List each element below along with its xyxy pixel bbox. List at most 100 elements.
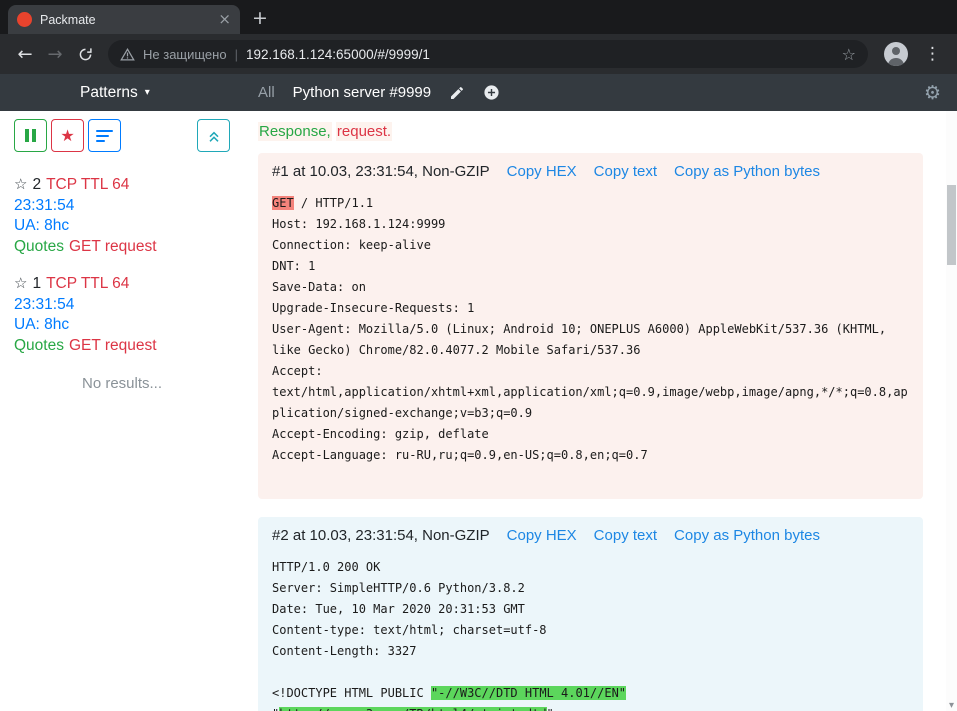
packet-line: Accept-Encoding: gzip, deflate: [272, 424, 909, 445]
packet-action-link[interactable]: Copy as Python bytes: [674, 163, 820, 180]
packet-line: <!DOCTYPE HTML PUBLIC "-//W3C//DTD HTML …: [272, 683, 909, 711]
stream-pattern-label: GET request: [69, 238, 157, 255]
browser-window: Packmate × + ← → Не защищено | 192.168.1…: [0, 0, 957, 711]
stream-sidebar: ★ ☆2TCP TTL 6423:31:54UA: 8hcQuotesGET r…: [0, 111, 244, 711]
security-status-label[interactable]: Не защищено: [143, 47, 227, 62]
filter-lines-icon: [96, 140, 105, 142]
favorite-star-icon[interactable]: ☆: [14, 274, 27, 292]
packet-action-link[interactable]: Copy HEX: [507, 163, 577, 180]
packet-text: Connection: keep-alive: [272, 238, 431, 252]
packet-line: [272, 466, 909, 487]
packet-text: User-Agent: Mozilla/5.0 (Linux; Android …: [272, 322, 893, 357]
packet-line: DNT: 1: [272, 256, 909, 277]
favorite-star-icon[interactable]: ☆: [14, 175, 27, 193]
tab-python-server[interactable]: Python server #9999: [293, 84, 431, 101]
plus-circle-icon: [483, 84, 500, 101]
app-content: ★ ☆2TCP TTL 6423:31:54UA: 8hcQuotesGET r…: [0, 111, 957, 711]
profile-avatar[interactable]: [884, 42, 908, 66]
reload-icon[interactable]: [70, 39, 100, 69]
chevron-down-icon: ▾: [145, 87, 150, 98]
filter-streams-button[interactable]: [88, 119, 121, 152]
packet-text: Accept-Language: ru-RU,ru;q=0.9,en-US;q=…: [272, 448, 648, 462]
packet-line: Content-Length: 3327: [272, 641, 909, 662]
browser-tab-strip: Packmate × +: [0, 0, 957, 34]
stream-list-item[interactable]: ☆2TCP TTL 6423:31:54UA: 8hcQuotesGET req…: [14, 174, 230, 257]
browser-tab[interactable]: Packmate ×: [8, 5, 240, 34]
new-tab-button[interactable]: +: [252, 7, 268, 29]
packet-text: <!DOCTYPE HTML PUBLIC: [272, 686, 431, 700]
stream-user-agent: UA: 8hc: [14, 315, 230, 336]
stream-list-item[interactable]: ☆1TCP TTL 6423:31:54UA: 8hcQuotes GET req…: [14, 273, 230, 356]
tab-all[interactable]: All: [258, 84, 275, 101]
stream-quotes-label: Quotes: [14, 238, 64, 255]
packet-line: Accept: text/html,application/xhtml+xml,…: [272, 361, 909, 424]
stream-user-agent: UA: 8hc: [14, 216, 230, 237]
packet-highlight: "-//W3C//DTD HTML 4.01//EN": [431, 686, 626, 700]
address-bar[interactable]: Не защищено | 192.168.1.124:65000/#/9999…: [108, 40, 868, 68]
packet-text: Upgrade-Insecure-Requests: 1: [272, 301, 474, 315]
packet-action-link[interactable]: Copy text: [594, 163, 657, 180]
legend-segment: Response,: [258, 122, 332, 141]
packet-line: Host: 192.168.1.124:9999: [272, 214, 909, 235]
bookmark-star-icon[interactable]: ☆: [842, 45, 856, 64]
vertical-scrollbar[interactable]: ▾: [946, 111, 957, 711]
packet-action-link[interactable]: Copy as Python bytes: [674, 527, 820, 544]
packet-card: #1 at 10.03, 23:31:54, Non-GZIP Copy HEX C…: [258, 153, 923, 499]
pause-icon: [25, 129, 29, 142]
packet-action-link[interactable]: Copy HEX: [507, 527, 577, 544]
packets-pane: Response, request. #1 at 10.03, 23:31:54…: [244, 111, 957, 711]
edit-pattern-button[interactable]: [449, 85, 465, 101]
packet-body: HTTP/1.0 200 OK Server: SimpleHTTP/0.6 Py…: [272, 557, 909, 711]
no-results-text: No results...: [14, 375, 230, 392]
stream-quotes-label: Quotes: [14, 337, 64, 354]
tab-title: Packmate: [40, 13, 210, 27]
stream-item-header: ☆1TCP TTL 64: [14, 273, 230, 295]
add-pattern-button[interactable]: [483, 84, 500, 101]
packet-line: User-Agent: Mozilla/5.0 (Linux; Android …: [272, 319, 909, 361]
settings-gear-icon[interactable]: ⚙: [924, 74, 941, 111]
favorites-filter-button[interactable]: ★: [51, 119, 84, 152]
packet-line: Connection: keep-alive: [272, 235, 909, 256]
packet-text: Content-type: text/html; charset=utf-8: [272, 623, 547, 637]
packet-text: / HTTP/1.1: [294, 196, 373, 210]
scrollbar-down-icon[interactable]: ▾: [946, 700, 957, 711]
packet-line: HTTP/1.0 200 OK: [272, 557, 909, 578]
packet-card: #2 at 10.03, 23:31:54, Non-GZIP Copy HEX C…: [258, 517, 923, 711]
tab-close-icon[interactable]: ×: [218, 12, 231, 27]
browser-toolbar: ← → Не защищено | 192.168.1.124:65000/#/…: [0, 34, 957, 74]
patterns-dropdown[interactable]: Patterns ▾: [80, 74, 150, 111]
packet-text: Content-Length: 3327: [272, 644, 417, 658]
stream-pattern-label: GET request: [69, 337, 157, 354]
stream-count: 2: [32, 176, 41, 193]
stream-protocol: TCP TTL 64: [46, 275, 129, 292]
packet-line: Save-Data: on: [272, 277, 909, 298]
packet-action-link[interactable]: Copy text: [594, 527, 657, 544]
packet-card-header: #1 at 10.03, 23:31:54, Non-GZIP Copy HEX C…: [272, 163, 909, 180]
stream-list: ☆2TCP TTL 6423:31:54UA: 8hcQuotesGET req…: [14, 174, 230, 356]
not-secure-warning-icon[interactable]: [120, 47, 135, 62]
stream-time: 23:31:54: [14, 295, 230, 316]
packet-line: GET / HTTP/1.1: [272, 193, 909, 214]
scrollbar-thumb[interactable]: [947, 185, 956, 265]
forward-icon[interactable]: →: [40, 39, 70, 69]
stream-tags: Quotes GET request: [14, 237, 230, 258]
browser-menu-icon[interactable]: ⋮: [918, 44, 947, 64]
stream-tags: Quotes GET request: [14, 336, 230, 357]
stream-protocol: TCP TTL 64: [46, 176, 129, 193]
legend-segment: request.: [336, 122, 392, 141]
packet-line: Server: SimpleHTTP/0.6 Python/3.8.2: [272, 578, 909, 599]
pattern-tabs: All Python server #9999: [258, 74, 500, 111]
packet-text: Host: 192.168.1.124:9999: [272, 217, 445, 231]
packet-title: #1 at 10.03, 23:31:54, Non-GZIP: [272, 163, 490, 180]
patterns-label: Patterns: [80, 84, 138, 102]
packet-text: Server: SimpleHTTP/0.6 Python/3.8.2: [272, 581, 525, 595]
pause-icon: [32, 129, 36, 142]
packet-text: HTTP/1.0 200 OK: [272, 560, 380, 574]
collapse-sidebar-button[interactable]: [197, 119, 230, 152]
packet-text: Save-Data: on: [272, 280, 366, 294]
pause-capture-button[interactable]: [14, 119, 47, 152]
packet-list: #1 at 10.03, 23:31:54, Non-GZIP Copy HEX C…: [258, 153, 923, 711]
packet-text: Date: Tue, 10 Mar 2020 20:31:53 GMT: [272, 602, 525, 616]
back-icon[interactable]: ←: [10, 39, 40, 69]
packet-title: #2 at 10.03, 23:31:54, Non-GZIP: [272, 527, 490, 544]
